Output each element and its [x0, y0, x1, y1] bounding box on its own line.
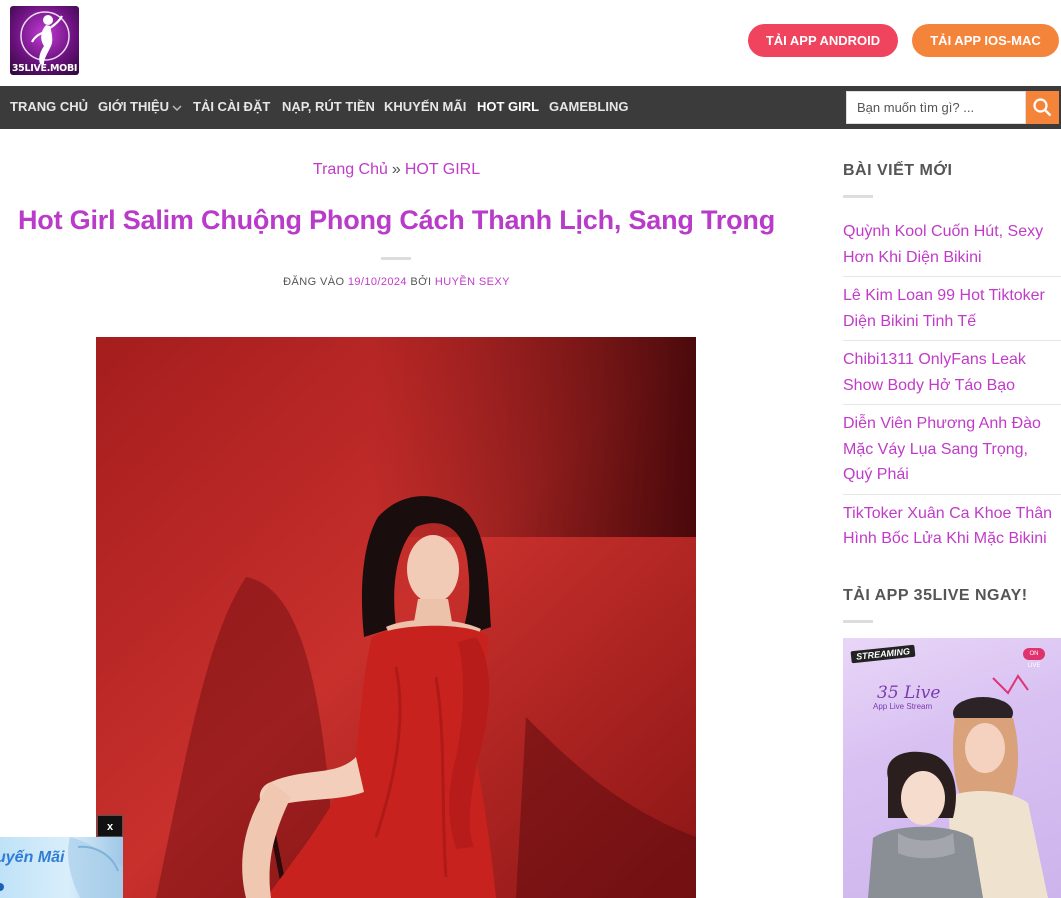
post-date-link[interactable]: 19/10/2024: [348, 276, 407, 288]
nav-item-about-label: GIỚI THIỆU: [98, 99, 170, 114]
promo-close-button[interactable]: x: [97, 815, 123, 837]
two-women-promo-image: [868, 674, 1048, 898]
recent-post-link[interactable]: Diễn Viên Phương Anh Đào Mặc Váy Lụa San…: [843, 405, 1061, 495]
post-meta-by: BỞI: [410, 276, 432, 288]
logo-text: 35LIVE.MOBI: [11, 63, 78, 74]
promo-image: [0, 837, 123, 898]
recent-post-link[interactable]: TikToker Xuân Ca Khoe Thân Hình Bốc Lửa …: [843, 495, 1061, 558]
breadcrumb-separator: »: [391, 161, 401, 178]
nav-item-deposit-withdraw[interactable]: NẠP, RÚT TIỀN: [282, 86, 375, 129]
site-header: 35LIVE.MOBI TẢI APP ANDROID TẢI APP IOS-…: [0, 0, 1061, 86]
main-nav: TRANG CHỦ GIỚI THIỆU TẢI CÀI ĐẶT NẠP, RÚ…: [0, 86, 1061, 129]
post-featured-image: [96, 337, 696, 898]
download-ios-button[interactable]: TẢI APP IOS-MAC: [912, 24, 1059, 57]
post-meta: ĐĂNG VÀO 19/10/2024 BỞI HUYỀN SEXY: [0, 276, 793, 288]
banner-subtitle: App Live Stream: [873, 702, 933, 711]
woman-in-red-dress-photo: [96, 337, 696, 898]
breadcrumb-home-link[interactable]: Trang Chủ: [313, 161, 388, 178]
nav-item-hot-girl[interactable]: HOT GIRL: [477, 86, 539, 129]
search-button[interactable]: [1026, 91, 1059, 124]
recent-posts-list: Quỳnh Kool Cuốn Hút, Sexy Hơn Khi Diện B…: [843, 213, 1061, 558]
post-title: Hot Girl Salim Chuộng Phong Cách Thanh L…: [18, 205, 775, 235]
site-logo[interactable]: 35LIVE.MOBI: [10, 6, 79, 75]
nav-item-install[interactable]: TẢI CÀI ĐẶT: [193, 86, 270, 129]
download-android-button[interactable]: TẢI APP ANDROID: [748, 24, 898, 57]
recent-posts-divider: [843, 195, 873, 198]
banner-logo-text: 35 Live: [877, 683, 941, 703]
recent-posts-title: BÀI VIẾT MỚI: [843, 162, 953, 179]
floating-promo-banner[interactable]: uyến Mãi: [0, 837, 123, 898]
app-download-divider: [843, 620, 873, 623]
on-live-badge: ON LIVE: [1023, 648, 1045, 669]
app-download-banner[interactable]: STREAMING ON LIVE 35 Live App Live Strea…: [843, 638, 1061, 898]
recent-post-link[interactable]: Chibi1311 OnlyFans Leak Show Body Hở Táo…: [843, 341, 1061, 405]
search-input[interactable]: [846, 91, 1026, 124]
nav-item-about[interactable]: GIỚI THIỆU: [98, 86, 182, 129]
post-author-link[interactable]: HUYỀN SEXY: [435, 276, 510, 288]
breadcrumb-category-link[interactable]: HOT GIRL: [405, 161, 480, 178]
title-divider: [381, 257, 411, 260]
chevron-down-icon: [172, 87, 182, 128]
nav-item-gamebling[interactable]: GAMEBLING: [549, 86, 628, 129]
nav-item-home[interactable]: TRANG CHỦ: [10, 86, 88, 129]
recent-post-link[interactable]: Quỳnh Kool Cuốn Hút, Sexy Hơn Khi Diện B…: [843, 213, 1061, 277]
app-download-title: TẢI APP 35LIVE NGAY!: [843, 587, 1028, 604]
nav-item-promotions[interactable]: KHUYẾN MÃI: [384, 86, 466, 129]
breadcrumb: Trang Chủ» HOT GIRL: [0, 161, 793, 179]
recent-post-link[interactable]: Lê Kim Loan 99 Hot Tiktoker Diện Bikini …: [843, 277, 1061, 341]
post-meta-prefix: ĐĂNG VÀO: [283, 276, 345, 288]
search-form: [846, 91, 1059, 124]
search-icon: [1033, 98, 1052, 117]
